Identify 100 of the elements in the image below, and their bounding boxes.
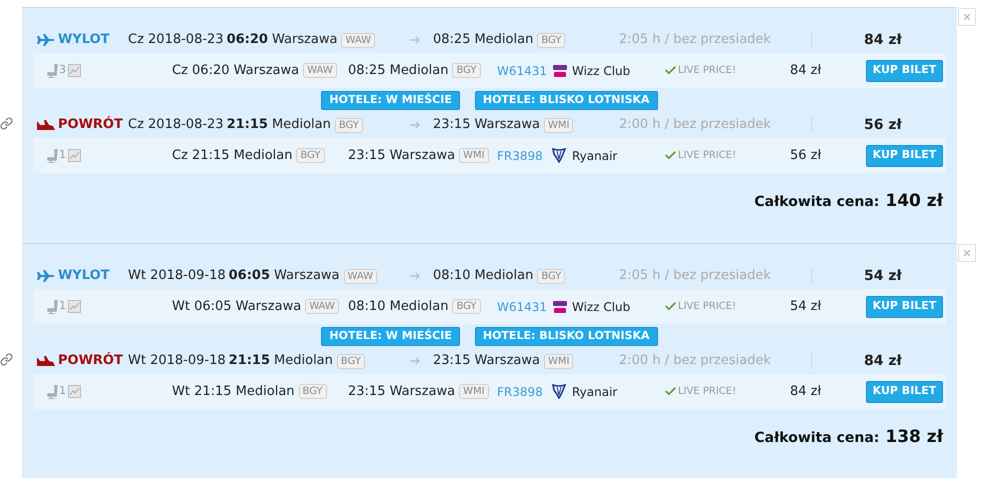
check-icon xyxy=(663,64,678,77)
arrow-icon xyxy=(410,121,420,129)
close-icon xyxy=(962,12,972,22)
chart-icon xyxy=(68,149,81,162)
buy-ticket-button[interactable]: KUP BILET xyxy=(866,380,943,402)
departure-time: 21:15 xyxy=(228,352,270,370)
airport-code: WMI xyxy=(459,384,489,399)
airport-code: BGY xyxy=(452,299,480,314)
flight-duration: 2:05 h / bez przesiadek xyxy=(619,31,772,50)
airport-code: WAW xyxy=(344,268,378,284)
leg-label: WYLOT xyxy=(58,31,110,50)
arrival-city: Warszawa xyxy=(474,352,540,370)
hotels-button[interactable]: HOTELE: W MIEŚCIE xyxy=(321,327,460,346)
landing-plane-icon xyxy=(36,119,56,131)
departure-city: Warszawa xyxy=(272,31,338,50)
arrival-info: 08:25 Mediolan xyxy=(348,62,448,80)
flight-number-link[interactable]: FR3898 xyxy=(497,146,552,164)
airport-code: BGY xyxy=(452,63,480,78)
airport-code: WMI xyxy=(544,354,574,368)
departure-info: Cz 21:15 Mediolan xyxy=(172,146,292,165)
airline-name: Wizz Club xyxy=(572,298,632,316)
live-price-status: LIVE PRICE! xyxy=(678,64,738,78)
airport-code: BGY xyxy=(298,384,327,399)
flight-duration: 2:05 h / bez przesiadek xyxy=(619,267,772,286)
departure-info: Wt 21:15 Mediolan xyxy=(172,382,295,401)
departure-date: Cz 2018-08-23 xyxy=(128,31,224,50)
arrival-info: 23:15 Warszawa xyxy=(348,146,456,165)
total-price-label: Całkowita cena: xyxy=(754,192,880,212)
arrow-icon xyxy=(410,36,420,44)
offer-price: 54 zł xyxy=(790,298,822,316)
seat-icon xyxy=(47,300,58,314)
buy-ticket-button[interactable]: KUP BILET xyxy=(866,144,943,166)
flight-number-link[interactable]: W61431 xyxy=(497,62,552,80)
flight-number-link[interactable]: FR3898 xyxy=(497,382,552,400)
landing-plane-icon xyxy=(36,355,56,367)
check-icon xyxy=(663,149,678,162)
hotels-button[interactable]: HOTELE: W MIEŚCIE xyxy=(321,91,460,110)
arrival-time: 08:10 xyxy=(433,267,470,286)
plane-icon xyxy=(36,34,56,46)
arrival-info: 08:10 Mediolan xyxy=(348,298,448,316)
departure-time: 06:20 xyxy=(226,31,268,50)
offer-price: 84 zł xyxy=(790,382,822,401)
airport-code: WAW xyxy=(303,63,337,78)
arrival-city: Mediolan xyxy=(474,267,534,286)
departure-info: Wt 06:05 Warszawa xyxy=(172,298,302,316)
flight-duration: 2:00 h / bez przesiadek xyxy=(619,116,772,134)
buy-ticket-button[interactable]: KUP BILET xyxy=(866,60,943,82)
seat-count: 3 xyxy=(59,62,66,78)
airport-code: BGY xyxy=(296,148,325,163)
arrival-city: Warszawa xyxy=(474,116,540,134)
flight-number-link[interactable]: W61431 xyxy=(497,298,552,316)
hotels-button[interactable]: HOTELE: BLISKO LOTNISKA xyxy=(474,91,658,110)
leg-price: 84 zł xyxy=(864,30,902,50)
live-price-status: LIVE PRICE! xyxy=(678,149,738,163)
seat-count: 1 xyxy=(59,383,66,400)
airport-code: WAW xyxy=(341,32,376,48)
seat-icon xyxy=(47,64,58,78)
plane-icon xyxy=(36,270,56,282)
arrow-icon xyxy=(410,357,420,365)
buy-ticket-button[interactable]: KUP BILET xyxy=(866,296,943,318)
seat-icon xyxy=(47,384,58,398)
close-button[interactable] xyxy=(958,244,976,262)
offer-price: 84 zł xyxy=(790,62,822,80)
airline-name: Ryanair xyxy=(572,384,618,400)
departure-city: Warszawa xyxy=(274,267,340,286)
airport-code: WMI xyxy=(459,148,489,163)
leg-price: 56 zł xyxy=(864,116,902,134)
total-price: 138 zł xyxy=(885,426,943,450)
airport-code: BGY xyxy=(336,354,365,368)
check-icon xyxy=(663,300,678,313)
airport-code: WMI xyxy=(544,118,574,132)
arrow-icon xyxy=(410,272,420,280)
airport-code: BGY xyxy=(334,118,363,132)
arrival-time: 23:15 xyxy=(433,116,470,134)
hotels-button[interactable]: HOTELE: BLISKO LOTNISKA xyxy=(474,327,658,346)
airport-code: BGY xyxy=(537,268,566,284)
airport-code: BGY xyxy=(537,32,566,48)
live-price-status: LIVE PRICE! xyxy=(678,300,738,314)
leg-price: 54 zł xyxy=(864,266,902,286)
seat-icon xyxy=(47,148,58,162)
chart-icon xyxy=(68,300,81,313)
close-button[interactable] xyxy=(958,8,976,26)
seat-count: 1 xyxy=(59,298,66,314)
link-icon xyxy=(0,117,13,130)
departure-time: 06:05 xyxy=(228,267,270,286)
departure-date: Wt 2018-09-18 xyxy=(128,267,226,286)
arrival-time: 23:15 xyxy=(433,352,470,370)
total-price-label: Całkowita cena: xyxy=(754,428,880,448)
chart-icon xyxy=(68,385,81,398)
departure-date: Cz 2018-08-23 xyxy=(128,116,224,134)
departure-time: 21:15 xyxy=(226,116,268,134)
leg-label: WYLOT xyxy=(58,267,110,286)
arrival-time: 08:25 xyxy=(433,31,470,50)
arrival-city: Mediolan xyxy=(474,31,534,50)
departure-city: Mediolan xyxy=(272,116,331,134)
live-price-status: LIVE PRICE! xyxy=(678,385,738,399)
leg-label: POWRÓT xyxy=(58,351,124,370)
departure-date: Wt 2018-09-18 xyxy=(128,352,226,370)
airport-code: WAW xyxy=(305,299,339,314)
departure-info: Cz 06:20 Warszawa xyxy=(172,62,300,80)
